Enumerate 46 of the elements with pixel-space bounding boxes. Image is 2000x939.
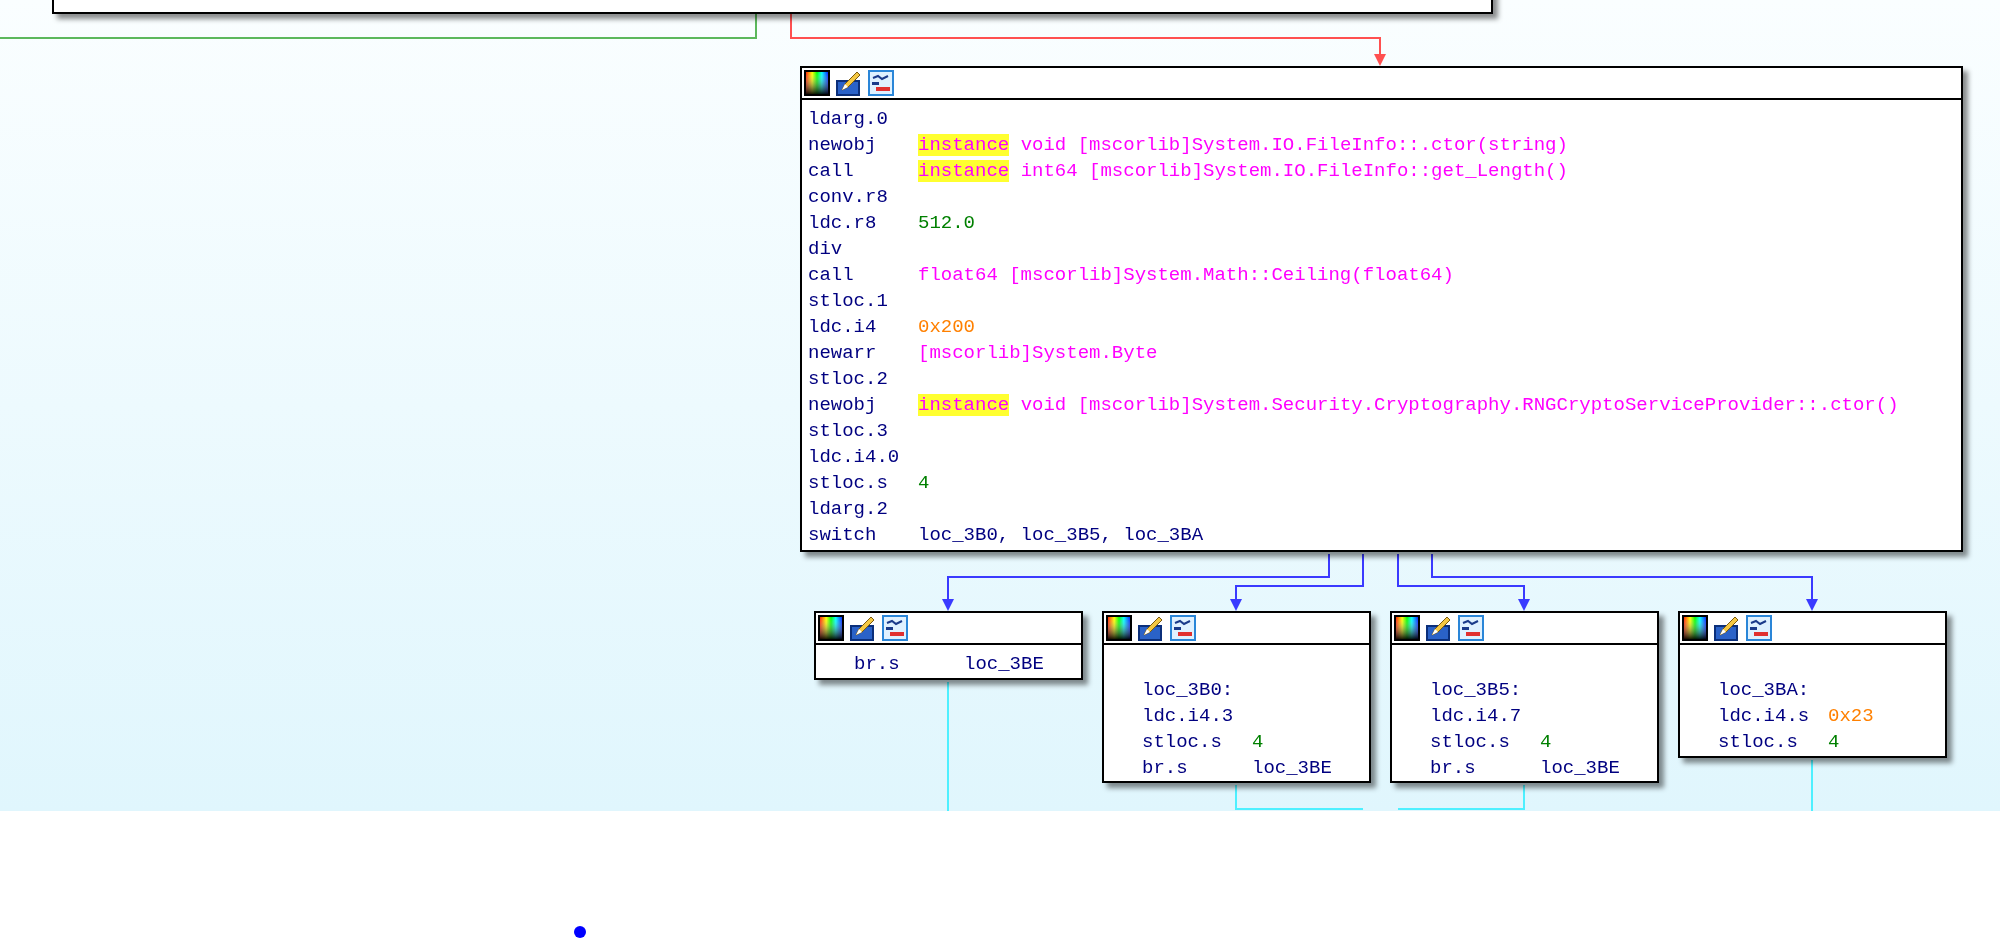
code-line: newarr [mscorlib]System.Byte [808,341,1159,366]
code-line: loc_3B5: [1430,678,1523,703]
color-palette-icon[interactable] [818,615,844,641]
window-list-icon[interactable] [1458,615,1484,641]
color-palette-icon[interactable] [1394,615,1420,641]
code-line: stloc.s 4 [1430,730,1553,755]
code-line: stloc.2 [808,367,889,392]
code-line: conv.r8 [808,185,889,210]
code-line: stloc.s 4 [808,471,931,496]
code-line: stloc.3 [808,419,889,444]
pencil-icon[interactable] [836,70,862,96]
color-palette-icon[interactable] [1682,615,1708,641]
pencil-icon[interactable] [850,615,876,641]
code-line: call float64 [mscorlib]System.Math::Ceiling(float64) [808,263,1455,288]
code-line: stloc.s 4 [1718,730,1841,755]
code-line: stloc.1 [808,289,889,314]
code-line: stloc.s 4 [1142,730,1265,755]
window-list-icon[interactable] [882,615,908,641]
code-line: ldc.i4.0 [808,445,901,470]
code-line: br.s loc_3BE [1430,756,1621,781]
code-line: ldarg.0 [808,107,889,132]
edge-line [1811,759,1813,812]
code-line: ldc.i4.7 [1430,704,1523,729]
code-line: br.s loc_3BE [854,652,1045,677]
pencil-icon[interactable] [1714,615,1740,641]
code-line: ldc.i4.s 0x23 [1718,704,1875,729]
code-line: switch loc_3B0, loc_3B5, loc_3BA [808,523,1205,548]
code-line: loc_3B0: [1142,678,1235,703]
code-line: ldarg.2 [808,497,889,522]
window-list-icon[interactable] [1170,615,1196,641]
dot-marker [574,926,586,938]
window-list-icon[interactable] [868,70,894,96]
code-line: newobj instance void [mscorlib]System.IO.FileInfo::.ctor(string) [808,133,1569,158]
pencil-icon[interactable] [1426,615,1452,641]
code-line: ldc.i4 0x200 [808,315,976,340]
color-palette-icon[interactable] [1106,615,1132,641]
color-palette-icon[interactable] [804,70,830,96]
code-line: br.s loc_3BE [1142,756,1333,781]
code-line: ldc.r8 512.0 [808,211,976,236]
code-line: call instance int64 [mscorlib]System.IO.FileInfo::get_Length() [808,159,1569,184]
code-line: div [808,237,844,262]
code-line: newobj instance void [mscorlib]System.Security.Cryptography.RNGCryptoServiceProvider::.ctor() [808,393,1900,418]
window-list-icon[interactable] [1746,615,1772,641]
code-line: ldc.i4.3 [1142,704,1235,729]
code-line: loc_3BA: [1718,678,1811,703]
pencil-icon[interactable] [1138,615,1164,641]
